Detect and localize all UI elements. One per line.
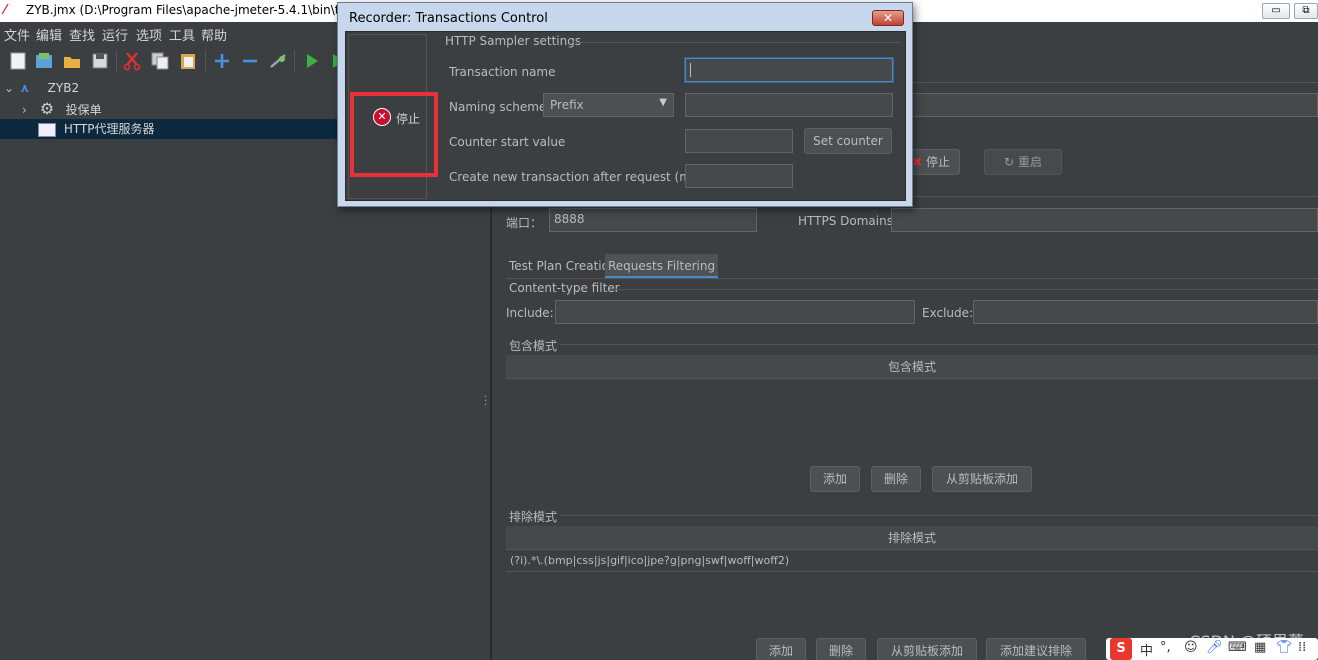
dialog-title: Recorder: Transactions Control bbox=[349, 11, 548, 26]
toolbar-separator bbox=[116, 50, 117, 72]
naming-scheme-label: Naming scheme bbox=[449, 100, 547, 114]
include-field[interactable] bbox=[555, 300, 915, 324]
transaction-name-input[interactable] bbox=[685, 58, 893, 82]
menu-search[interactable]: 查找 bbox=[69, 25, 95, 44]
highlight-box bbox=[350, 92, 438, 177]
exclude-table-header: 排除模式 bbox=[506, 526, 1318, 550]
restart-icon: ↻ bbox=[1004, 155, 1015, 169]
exclude-field[interactable] bbox=[973, 300, 1318, 324]
include-table-header: 包含模式 bbox=[506, 355, 1318, 379]
include-add-button[interactable]: 添加 bbox=[810, 466, 860, 492]
proxy-restart-label: 重启 bbox=[1017, 155, 1042, 169]
prefix-input[interactable] bbox=[685, 93, 893, 117]
naming-scheme-select[interactable]: Prefix ▼ bbox=[543, 93, 674, 117]
restore-icon[interactable]: ⧉ bbox=[1294, 3, 1318, 19]
create-after-request-input[interactable] bbox=[685, 164, 793, 188]
dialog-body: ✕ 停止 HTTP Sampler settings Transaction n… bbox=[345, 31, 906, 201]
ime-toolbar: S 中 °, ☺ 🎤︎ ⌨ ▦ 👕︎ ⁞⁞ bbox=[1106, 638, 1318, 660]
start-icon[interactable] bbox=[302, 51, 322, 71]
divider bbox=[506, 278, 1318, 279]
counter-start-input[interactable] bbox=[685, 129, 793, 153]
skin-icon[interactable]: ▦ bbox=[1254, 640, 1266, 655]
include-label: Include: bbox=[506, 306, 554, 320]
dialog-stop-button[interactable]: 停止 bbox=[396, 110, 420, 127]
chevron-down-icon[interactable]: ⌄ bbox=[4, 78, 16, 98]
flask-icon: ⋏ bbox=[19, 81, 30, 95]
comments-field[interactable] bbox=[912, 93, 1318, 117]
include-delete-button[interactable]: 删除 bbox=[871, 466, 921, 492]
close-icon[interactable]: ✕ bbox=[872, 10, 904, 26]
add-suggested-excludes-button[interactable]: 添加建议排除 bbox=[986, 638, 1086, 660]
port-label: 端口： bbox=[506, 216, 543, 230]
splitter-handle-icon[interactable]: · · · bbox=[484, 393, 487, 411]
text-cursor bbox=[690, 63, 691, 77]
save-icon[interactable] bbox=[90, 51, 110, 71]
cut-icon[interactable] bbox=[122, 51, 142, 71]
menu-run[interactable]: 运行 bbox=[102, 25, 128, 44]
copy-icon[interactable] bbox=[150, 51, 170, 71]
exclude-label: Exclude: bbox=[922, 306, 974, 320]
jmeter-app-icon: ⁄ bbox=[4, 3, 7, 18]
proxy-stop-label: 停止 bbox=[925, 155, 950, 169]
include-add-from-clipboard-button[interactable]: 从剪贴板添加 bbox=[932, 466, 1032, 492]
user-icon[interactable]: 👕︎ bbox=[1276, 640, 1293, 655]
punctuation-icon[interactable]: °, bbox=[1160, 640, 1171, 655]
gear-icon: ⚙ bbox=[39, 99, 55, 118]
microphone-icon[interactable]: 🎤︎ bbox=[1206, 640, 1223, 655]
tab-requests-filtering[interactable]: Requests Filtering bbox=[605, 254, 719, 278]
menu-tools[interactable]: 工具 bbox=[169, 25, 195, 44]
tree-node-proxy-label: HTTP代理服务器 bbox=[63, 122, 155, 136]
exclude-delete-button[interactable]: 删除 bbox=[816, 638, 866, 660]
create-after-request-label: Create new transaction after request (ms… bbox=[449, 170, 706, 184]
content-type-filter-title: Content-type filter bbox=[509, 281, 620, 295]
stop-icon: ✖ bbox=[912, 155, 923, 169]
https-domains-field[interactable] bbox=[891, 208, 1318, 232]
emoji-icon[interactable]: ☺ bbox=[1184, 640, 1198, 655]
exclude-table-row[interactable]: (?i).*\.(bmp|css|js|gif|ico|jpe?g|png|sw… bbox=[506, 550, 1318, 572]
new-file-icon[interactable] bbox=[8, 51, 28, 71]
menu-file[interactable]: 文件 bbox=[4, 25, 30, 44]
toolbar-separator bbox=[294, 50, 295, 72]
tree-node-thread-group-label: 投保单 bbox=[65, 103, 102, 117]
divider bbox=[571, 42, 901, 43]
exclude-add-button[interactable]: 添加 bbox=[756, 638, 806, 660]
keyboard-icon[interactable]: ⌨ bbox=[1228, 640, 1247, 655]
recorder-transactions-dialog: Recorder: Transactions Control ✕ ✕ 停止 HT… bbox=[337, 2, 913, 207]
divider bbox=[610, 289, 1318, 290]
http-sampler-settings-title: HTTP Sampler settings bbox=[445, 34, 582, 48]
expand-plus-icon[interactable] bbox=[212, 51, 232, 71]
minimize-icon[interactable]: ▭ bbox=[1262, 3, 1290, 19]
divider bbox=[560, 515, 1318, 516]
collapse-minus-icon[interactable] bbox=[240, 51, 260, 71]
port-field[interactable]: 8888 bbox=[549, 208, 757, 232]
menu-options[interactable]: 选项 bbox=[136, 25, 162, 44]
paste-icon[interactable] bbox=[178, 51, 198, 71]
proxy-restart-button[interactable]: ↻ 重启 bbox=[984, 149, 1062, 175]
exclude-patterns-title: 排除模式 bbox=[509, 510, 558, 524]
set-counter-button[interactable]: Set counter bbox=[804, 128, 892, 154]
divider bbox=[560, 344, 1318, 345]
include-patterns-title: 包含模式 bbox=[509, 339, 558, 353]
grid-menu-icon[interactable]: ⁞⁞ bbox=[1298, 640, 1306, 655]
naming-scheme-value: Prefix bbox=[550, 98, 584, 112]
chevron-down-icon: ▼ bbox=[659, 97, 667, 108]
toggle-icon[interactable] bbox=[268, 51, 288, 71]
chevron-right-icon[interactable]: › bbox=[22, 100, 36, 120]
counter-start-label: Counter start value bbox=[449, 135, 566, 149]
tab-test-plan-creation[interactable]: Test Plan Creation bbox=[506, 254, 620, 278]
ime-mode[interactable]: 中 bbox=[1140, 640, 1153, 659]
window-title: ZYB.jmx (D:\Program Files\apache-jmeter-… bbox=[26, 3, 347, 17]
exclude-add-from-clipboard-button[interactable]: 从剪贴板添加 bbox=[877, 638, 977, 660]
open-folder-icon[interactable] bbox=[62, 51, 82, 71]
proxy-server-icon bbox=[38, 122, 56, 137]
transaction-name-label: Transaction name bbox=[449, 65, 556, 79]
https-domains-label: HTTPS Domains: bbox=[798, 214, 897, 228]
toolbar-separator bbox=[205, 50, 206, 72]
menu-help[interactable]: 帮助 bbox=[201, 25, 227, 44]
stop-icon[interactable]: ✕ bbox=[373, 108, 391, 126]
menu-edit[interactable]: 编辑 bbox=[36, 25, 62, 44]
tree-node-root-label: ZYB2 bbox=[47, 81, 80, 95]
templates-icon[interactable] bbox=[34, 51, 54, 71]
sogou-logo-icon[interactable]: S bbox=[1110, 638, 1132, 660]
